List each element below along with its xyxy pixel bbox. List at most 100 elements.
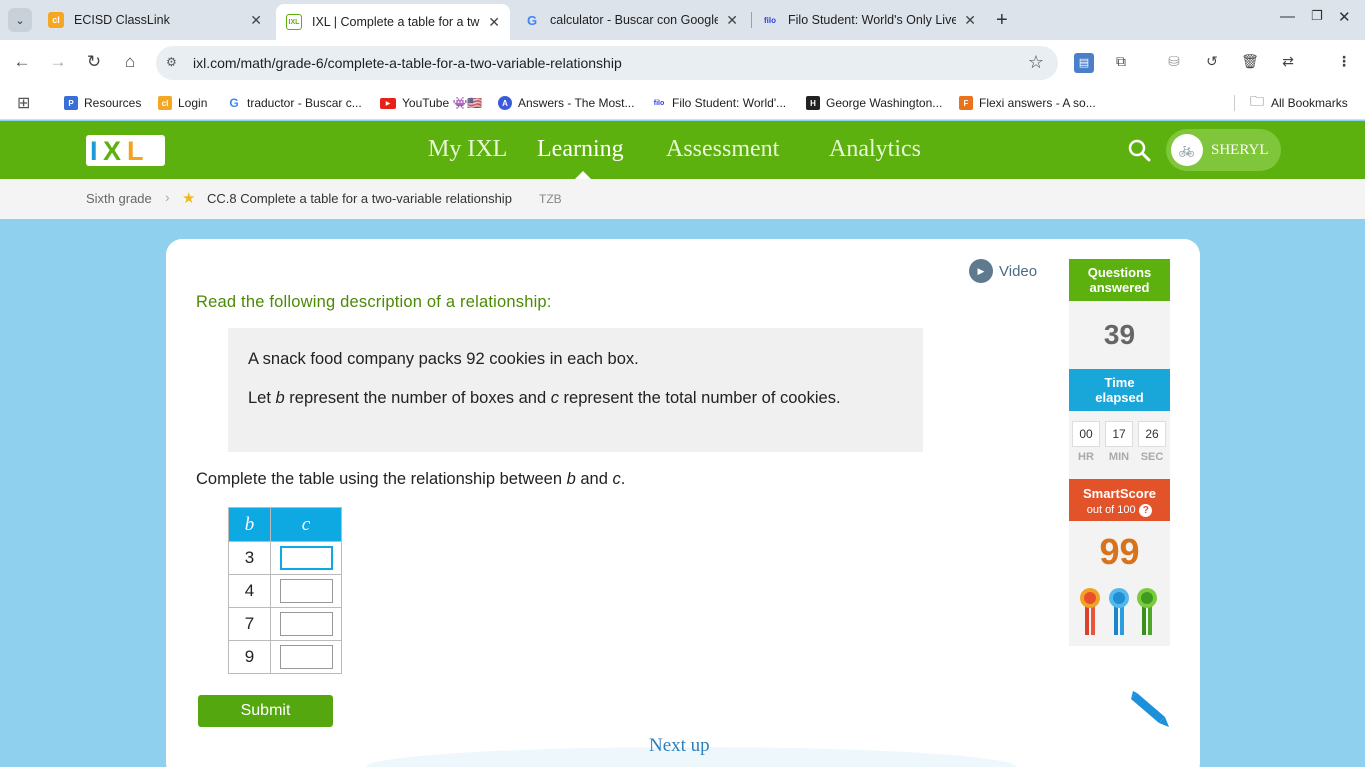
- red-ribbon-icon: [1080, 588, 1100, 635]
- divider: [1234, 95, 1235, 111]
- tab-classlink[interactable]: cl ECISD ClassLink ✕: [38, 6, 272, 34]
- breadcrumb-grade[interactable]: Sixth grade: [86, 191, 152, 206]
- search-icon[interactable]: [1127, 138, 1151, 162]
- url-text[interactable]: ixl.com/math/grade-6/complete-a-table-fo…: [193, 55, 622, 71]
- all-bookmarks[interactable]: 🗀 All Bookmarks: [1250, 93, 1348, 113]
- tab-title: IXL | Complete a table for a two-: [312, 15, 481, 29]
- back-icon[interactable]: ←: [11, 52, 33, 72]
- bookmark-answers[interactable]: A Answers - The Most...: [498, 93, 634, 113]
- translate-icon[interactable]: ⇄: [1278, 53, 1298, 73]
- close-window-icon[interactable]: ✕: [1338, 8, 1351, 26]
- omnibox[interactable]: ⚙ ixl.com/math/grade-6/complete-a-table-…: [156, 46, 1058, 80]
- c-cell: [270, 640, 342, 674]
- bookmark-label: George Washington...: [826, 96, 943, 110]
- tab-google[interactable]: G calculator - Buscar con Google ✕: [514, 6, 748, 34]
- submit-button[interactable]: Submit: [198, 695, 333, 727]
- table-header-row: b c: [228, 507, 342, 542]
- description-box: A snack food company packs 92 cookies in…: [228, 328, 923, 452]
- variable-b: b: [566, 470, 576, 488]
- c-input[interactable]: [279, 645, 333, 669]
- reload-icon[interactable]: ↻: [83, 52, 105, 72]
- bookmark-flexi[interactable]: F Flexi answers - A so...: [959, 93, 1096, 113]
- bookmark-youtube[interactable]: ▶ YouTube 👾🇺🇸: [380, 93, 482, 113]
- logo-letter: I: [90, 136, 98, 166]
- nav-assessment[interactable]: Assessment: [666, 136, 779, 163]
- browser-tab-bar: ⌄ cl ECISD ClassLink ✕ IXL IXL | Complet…: [0, 0, 1365, 40]
- b-value: 9: [228, 640, 271, 674]
- question-prompt: Read the following description of a rela…: [196, 293, 552, 311]
- header-b: b: [228, 507, 271, 542]
- history-icon[interactable]: ↺: [1202, 53, 1222, 73]
- video-button[interactable]: ▶ Video: [969, 259, 1037, 283]
- trash-icon[interactable]: 🗑: [1240, 53, 1260, 73]
- logo-letter: L: [127, 136, 144, 166]
- nav-analytics[interactable]: Analytics: [829, 136, 921, 163]
- google-icon: G: [526, 12, 538, 28]
- c-input[interactable]: [279, 579, 333, 603]
- user-menu[interactable]: 🚲 SHERYL: [1166, 129, 1281, 171]
- star-icon[interactable]: ★: [182, 189, 195, 207]
- bookmark-login[interactable]: cl Login: [158, 93, 207, 113]
- header-c: c: [270, 507, 342, 542]
- forward-icon[interactable]: →: [47, 52, 69, 72]
- label: elapsed: [1095, 390, 1144, 405]
- text: Let: [248, 389, 276, 407]
- help-icon[interactable]: ?: [1139, 504, 1153, 517]
- active-nav-caret: [575, 171, 591, 179]
- site-info-icon[interactable]: ⚙: [166, 55, 177, 69]
- c-cell: [270, 607, 342, 641]
- flexi-icon: F: [959, 96, 973, 110]
- extension-icon[interactable]: ▤: [1074, 53, 1094, 73]
- menu-kebab-icon[interactable]: ⋮: [1334, 53, 1354, 73]
- c-input[interactable]: [279, 546, 333, 570]
- description-line-1: A snack food company packs 92 cookies in…: [248, 350, 639, 368]
- c-cell: [270, 574, 342, 608]
- apps-grid-icon[interactable]: ⊞: [17, 93, 30, 113]
- incognito-icon[interactable]: ⛁: [1164, 53, 1184, 73]
- b-value: 3: [228, 541, 271, 575]
- bookmark-history[interactable]: H George Washington...: [806, 93, 942, 113]
- close-tab-icon[interactable]: ✕: [964, 12, 976, 29]
- extensions-puzzle-icon[interactable]: ⧉: [1111, 53, 1131, 73]
- next-up-label[interactable]: Next up: [649, 735, 710, 757]
- table-row: 7: [228, 607, 342, 641]
- bookmark-resources[interactable]: P Resources: [64, 93, 141, 113]
- timer-minutes: 17: [1105, 421, 1133, 447]
- classlink-icon: cl: [48, 12, 64, 28]
- bookmark-star-icon[interactable]: ☆: [1028, 52, 1044, 73]
- text: represent the total number of cookies.: [558, 389, 841, 407]
- breadcrumb-skill: CC.8 Complete a table for a two-variable…: [207, 191, 512, 206]
- variable-c: c: [550, 389, 559, 407]
- b-value: 7: [228, 607, 271, 641]
- new-tab-button[interactable]: +: [996, 10, 1008, 30]
- bookmark-label: Answers - The Most...: [518, 96, 635, 110]
- minimize-icon[interactable]: —: [1280, 8, 1295, 25]
- tab-filo[interactable]: filo Filo Student: World's Only Live I ✕: [752, 6, 986, 34]
- close-tab-icon[interactable]: ✕: [488, 14, 500, 31]
- home-icon[interactable]: ⌂: [119, 52, 141, 72]
- c-input[interactable]: [279, 612, 333, 636]
- label: out of 100: [1086, 504, 1136, 516]
- pencil-icon[interactable]: [1129, 687, 1171, 729]
- timer-hours: 00: [1072, 421, 1100, 447]
- bookmark-label: traductor - Buscar c...: [247, 96, 362, 110]
- timer-seconds: 26: [1138, 421, 1166, 447]
- text: Complete the table using the relationshi…: [196, 470, 567, 488]
- avatar: 🚲: [1171, 134, 1203, 166]
- close-tab-icon[interactable]: ✕: [726, 12, 738, 29]
- answers-icon: A: [498, 96, 512, 110]
- tab-search-button[interactable]: ⌄: [8, 8, 32, 32]
- ixl-logo[interactable]: I X L: [86, 135, 165, 166]
- value-table: b c 3 4 7 9: [228, 507, 342, 674]
- bookmark-filo[interactable]: filo Filo Student: World'...: [652, 93, 786, 113]
- tab-ixl[interactable]: IXL IXL | Complete a table for a two- ✕: [276, 4, 510, 40]
- time-elapsed-header: Time elapsed: [1069, 369, 1170, 411]
- nav-learning[interactable]: Learning: [537, 136, 624, 163]
- bookmark-traductor[interactable]: Gtraductor - Buscar c...: [227, 93, 362, 113]
- restore-icon[interactable]: ❐: [1311, 8, 1323, 24]
- label: Time: [1104, 375, 1135, 390]
- close-tab-icon[interactable]: ✕: [250, 12, 262, 29]
- label: answered: [1089, 280, 1150, 295]
- nav-my-ixl[interactable]: My IXL: [428, 136, 507, 163]
- chevron-right-icon: ›: [165, 189, 170, 205]
